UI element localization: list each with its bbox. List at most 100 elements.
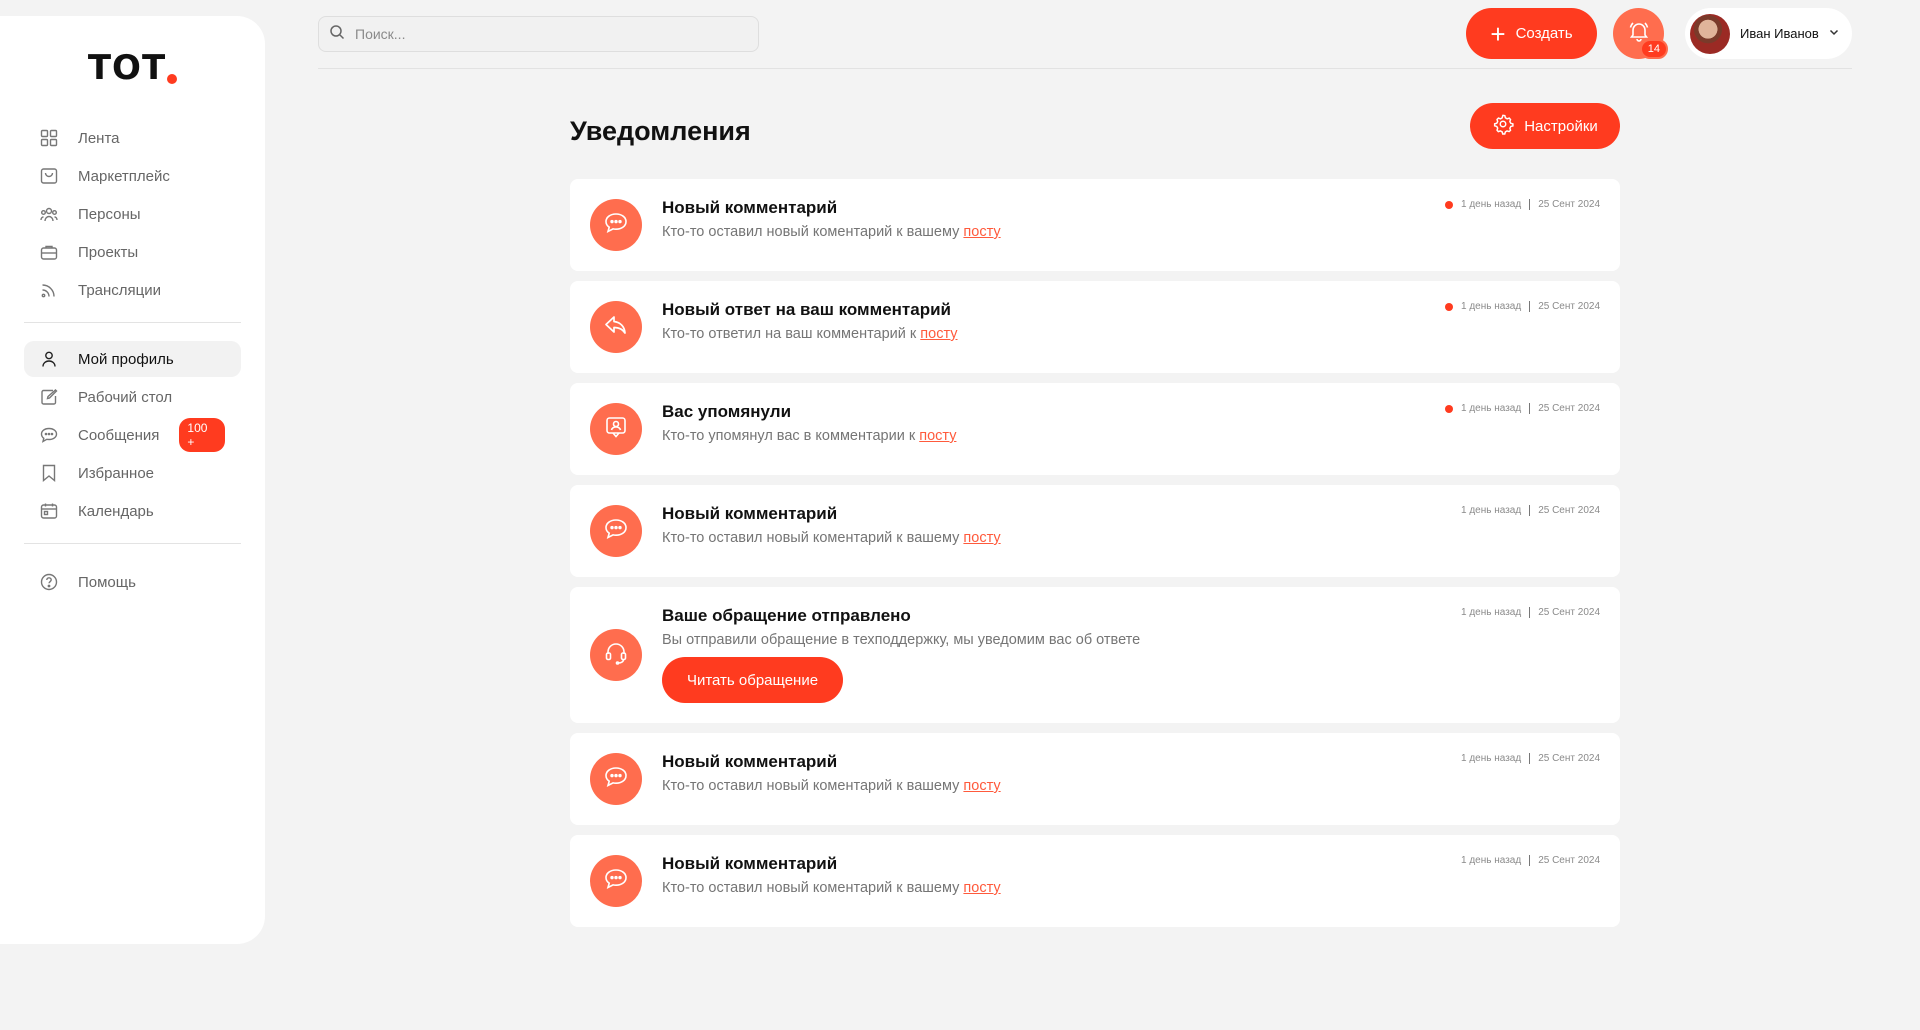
meta-separator bbox=[1529, 855, 1531, 866]
sidebar-item-messages[interactable]: Сообщения 100 + bbox=[24, 417, 241, 453]
post-link[interactable]: посту bbox=[920, 326, 957, 342]
meta-separator bbox=[1529, 199, 1531, 210]
mention-icon bbox=[602, 413, 630, 446]
notification-title: Новый ответ на ваш комментарий bbox=[662, 300, 951, 319]
notification-card[interactable]: Новый комментарий Кто-то оставил новый к… bbox=[570, 179, 1620, 271]
notification-meta: 1 день назад 25 Сент 2024 bbox=[1461, 607, 1600, 618]
notification-text: Кто-то оставил новый коментарий к вашему… bbox=[662, 224, 1001, 240]
notification-text: Вы отправили обращение в техподдержку, м… bbox=[662, 632, 1141, 648]
plus-icon: + bbox=[1490, 18, 1506, 49]
search-bar[interactable] bbox=[318, 16, 759, 52]
notification-meta: 1 день назад 25 Сент 2024 bbox=[1444, 403, 1600, 414]
settings-button[interactable]: Настройки bbox=[1470, 103, 1620, 149]
sidebar-item-projects[interactable]: Проекты bbox=[24, 234, 241, 270]
sidebar-item-favorites[interactable]: Избранное bbox=[24, 455, 241, 491]
logo-text: ТОТ bbox=[87, 48, 167, 88]
meta-separator bbox=[1529, 403, 1531, 414]
post-link[interactable]: посту bbox=[919, 428, 956, 444]
post-link[interactable]: посту bbox=[963, 224, 1000, 240]
meta-separator bbox=[1529, 607, 1531, 618]
sidebar-item-help[interactable]: Помощь bbox=[24, 564, 241, 600]
notification-time: 1 день назад bbox=[1460, 199, 1522, 210]
edit-icon bbox=[40, 388, 58, 406]
sidebar-item-label: Помощь bbox=[78, 573, 136, 591]
notification-card[interactable]: Новый комментарий Кто-то оставил новый к… bbox=[570, 835, 1620, 927]
notification-text-body: Кто-то упомянул вас в комментарии к bbox=[662, 428, 920, 444]
meta-separator bbox=[1529, 301, 1531, 312]
notification-text: Кто-то ответил на ваш комментарий к пост… bbox=[662, 326, 958, 342]
comment-icon bbox=[602, 209, 630, 242]
comment-icon bbox=[602, 865, 630, 898]
search-input[interactable] bbox=[355, 26, 748, 42]
notification-date: 25 Сент 2024 bbox=[1538, 607, 1600, 618]
sidebar-item-broadcasts[interactable]: Трансляции bbox=[24, 272, 241, 308]
notification-icon-circle bbox=[590, 403, 642, 455]
sidebar-item-label: Избранное bbox=[78, 464, 155, 482]
notification-icon-circle bbox=[590, 301, 642, 353]
sidebar-item-my-profile[interactable]: Мой профиль bbox=[24, 341, 241, 377]
notification-time: 1 день назад bbox=[1460, 607, 1522, 618]
people-icon bbox=[40, 205, 58, 223]
sidebar-item-label: Мой профиль bbox=[78, 350, 174, 368]
sidebar-item-label: Проекты bbox=[78, 243, 139, 261]
sidebar-item-desktop[interactable]: Рабочий стол bbox=[24, 379, 241, 415]
notification-text: Кто-то оставил новый коментарий к вашему… bbox=[662, 880, 1001, 896]
notification-meta: 1 день назад 25 Сент 2024 bbox=[1461, 753, 1600, 764]
notification-text: Кто-то оставил новый коментарий к вашему… bbox=[662, 530, 1001, 546]
meta-separator bbox=[1529, 505, 1531, 516]
post-link[interactable]: посту bbox=[963, 880, 1000, 896]
notification-text-body: Кто-то ответил на ваш комментарий к bbox=[662, 326, 921, 342]
meta-separator bbox=[1529, 753, 1531, 764]
notification-card[interactable]: Вас упомянули Кто-то упомянул вас в комм… bbox=[570, 383, 1620, 475]
sidebar-item-persons[interactable]: Персоны bbox=[24, 196, 241, 232]
notification-text: Кто-то упомянул вас в комментарии к пост… bbox=[662, 428, 956, 444]
notification-date: 25 Сент 2024 bbox=[1538, 855, 1600, 866]
chat-icon bbox=[40, 426, 58, 444]
comment-icon bbox=[602, 515, 630, 548]
notification-date: 25 Сент 2024 bbox=[1538, 753, 1600, 764]
sidebar-item-feed[interactable]: Лента bbox=[24, 120, 241, 156]
create-button[interactable]: + Создать bbox=[1466, 8, 1597, 59]
notification-title: Новый комментарий bbox=[662, 752, 838, 771]
notification-card[interactable]: Новый ответ на ваш комментарий Кто-то от… bbox=[570, 281, 1620, 373]
notification-icon-circle bbox=[590, 855, 642, 907]
notification-icon-circle bbox=[590, 199, 642, 251]
notification-time: 1 день назад bbox=[1460, 403, 1522, 414]
sidebar-divider bbox=[24, 543, 241, 544]
notification-text-body: Кто-то оставил новый коментарий к вашему bbox=[662, 224, 964, 240]
comment-icon bbox=[602, 763, 630, 796]
notification-time: 1 день назад bbox=[1460, 855, 1522, 866]
logo[interactable]: ТОТ bbox=[24, 46, 241, 88]
unread-dot bbox=[1444, 200, 1453, 209]
notification-date: 25 Сент 2024 bbox=[1538, 301, 1600, 312]
sidebar-item-calendar[interactable]: Календарь bbox=[24, 493, 241, 529]
notification-card[interactable]: Новый комментарий Кто-то оставил новый к… bbox=[570, 733, 1620, 825]
post-link[interactable]: посту bbox=[963, 778, 1000, 794]
messages-count-badge: 100 + bbox=[179, 418, 225, 452]
avatar bbox=[1690, 13, 1730, 54]
page-title: Уведомления bbox=[570, 116, 751, 146]
user-menu[interactable]: Иван Иванов bbox=[1685, 8, 1852, 59]
post-link[interactable]: посту bbox=[963, 530, 1000, 546]
user-icon bbox=[40, 350, 58, 368]
notification-icon-circle bbox=[590, 505, 642, 557]
notifications-button[interactable]: 14 bbox=[1613, 8, 1668, 59]
notification-date: 25 Сент 2024 bbox=[1538, 505, 1600, 516]
unread-dot bbox=[1444, 302, 1453, 311]
notification-card[interactable]: Новый комментарий Кто-то оставил новый к… bbox=[570, 485, 1620, 577]
notifications-count-badge: 14 bbox=[1639, 39, 1668, 59]
sidebar: ТОТ Лента Маркетплейс Персоны Проекты Тр… bbox=[0, 16, 265, 944]
notification-card[interactable]: Ваше обращение отправлено Вы отправили о… bbox=[570, 587, 1620, 723]
read-ticket-button[interactable]: Читать обращение bbox=[662, 657, 843, 703]
briefcase-icon bbox=[40, 243, 58, 261]
chevron-down-icon bbox=[1828, 25, 1840, 43]
reply-icon bbox=[602, 311, 630, 344]
settings-button-label: Настройки bbox=[1524, 117, 1598, 135]
notification-time: 1 день назад bbox=[1460, 505, 1522, 516]
notification-meta: 1 день назад 25 Сент 2024 bbox=[1444, 301, 1600, 312]
notification-meta: 1 день назад 25 Сент 2024 bbox=[1461, 505, 1600, 516]
broadcast-icon bbox=[40, 281, 58, 299]
headset-icon bbox=[602, 639, 630, 672]
notification-time: 1 день назад bbox=[1460, 301, 1522, 312]
sidebar-item-marketplace[interactable]: Маркетплейс bbox=[24, 158, 241, 194]
